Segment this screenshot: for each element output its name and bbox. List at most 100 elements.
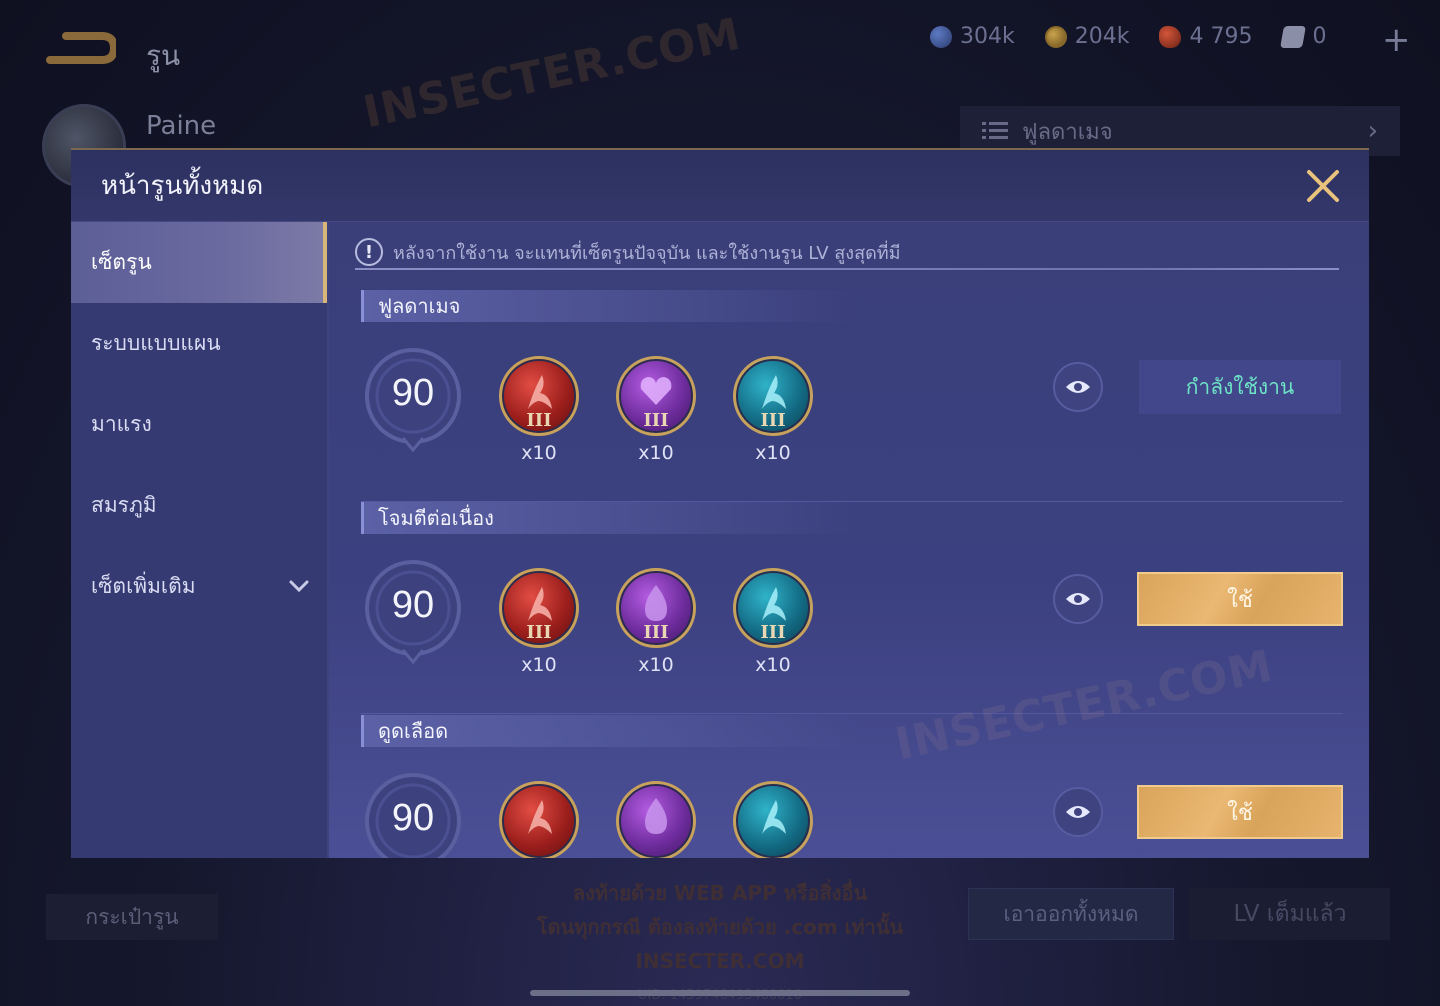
rune-tier: III (526, 622, 552, 643)
sidebar-item-label: ระบบแบบแผน (91, 331, 221, 355)
modal-header: หน้ารูนทั้งหมด (71, 150, 1369, 222)
eye-icon (1066, 381, 1090, 393)
preview-button[interactable] (1053, 362, 1103, 412)
purple-rune-icon: III (616, 356, 696, 436)
rune-slot[interactable] (616, 781, 696, 858)
fragment-icon (1159, 25, 1182, 48)
add-currency-button[interactable]: + (1382, 20, 1411, 60)
set-name: โจมตีต่อเนื่อง (361, 502, 861, 534)
rune-tier: III (760, 622, 786, 643)
rune-tier: III (643, 410, 669, 431)
info-bar: ! หลังจากใช้งาน จะแทนที่เซ็ตรูนปัจจุบัน … (355, 232, 1339, 272)
currency-gems: 304k (930, 24, 1015, 49)
rune-slot[interactable]: III x10 (733, 568, 813, 676)
teal-rune-icon (733, 781, 813, 858)
preview-button[interactable] (1053, 574, 1103, 624)
divider (361, 713, 1343, 714)
lv-full-button[interactable]: LV เต็มแล้ว (1190, 888, 1390, 940)
rune-slot[interactable] (499, 781, 579, 858)
back-arrow-icon[interactable] (44, 28, 116, 68)
sidebar-item-label: สมรภูมิ (91, 493, 157, 517)
currency-value: 4 795 (1189, 24, 1253, 49)
level-badge: 90 (363, 346, 463, 454)
level-value: 90 (391, 584, 435, 626)
purple-rune-icon: III (616, 568, 696, 648)
sidebar-item-label: มาแรง (91, 412, 152, 436)
rune-count: x10 (755, 654, 791, 676)
divider (355, 268, 1339, 270)
sidebar-item-trending[interactable]: มาแรง (71, 384, 327, 465)
rune-bag-button[interactable]: กระเป๋ารูน (46, 894, 218, 940)
modal-title: หน้ารูนทั้งหมด (101, 171, 264, 201)
rune-slot[interactable] (733, 781, 813, 858)
in-use-status: กำลังใช้งาน (1139, 360, 1341, 414)
teal-rune-icon: III (733, 568, 813, 648)
rune-set-card: ฟูลดาเมจ 90 III x10 III x10 III x10 กำลั… (361, 290, 1343, 502)
notice-line: โดนทุกกรณี ต้องลงท้ายด้วย .com เท่านั้น (536, 915, 904, 939)
red-rune-icon: III (499, 568, 579, 648)
rune-slot[interactable]: III x10 (616, 568, 696, 676)
use-button[interactable]: ใช้ (1137, 785, 1343, 839)
exclamation-icon: ! (355, 238, 383, 266)
remove-all-button[interactable]: เอาออกทั้งหมด (968, 888, 1174, 940)
rune-count: x10 (638, 654, 674, 676)
gem-icon (930, 25, 952, 48)
rune-slot[interactable]: III x10 (733, 356, 813, 464)
set-name: ดูดเลือด (361, 715, 861, 747)
purple-rune-icon (616, 781, 696, 858)
rune-slot[interactable]: III x10 (499, 356, 579, 464)
rune-set-card: ดูดเลือด 90 ใช้ (361, 715, 1343, 858)
sidebar-item-label: เซ็ตรูน (91, 250, 152, 274)
rune-tier: III (760, 410, 786, 431)
dropdown-label: ฟูลดาเมจ (1022, 119, 1113, 145)
currency-value: 204k (1074, 24, 1130, 49)
red-rune-icon: III (499, 356, 579, 436)
ticket-icon (1280, 25, 1307, 48)
sidebar-item-battlefield[interactable]: สมรภูมิ (71, 465, 327, 546)
coin-icon (1044, 25, 1067, 48)
set-name: ฟูลดาเมจ (361, 290, 861, 322)
sidebar-item-label: เซ็ตเพิ่มเติม (91, 574, 196, 598)
rune-tier: III (643, 622, 669, 643)
chevron-right-icon: › (1367, 116, 1378, 146)
level-value: 90 (391, 797, 435, 839)
rune-tier: III (526, 410, 552, 431)
preview-button[interactable] (1053, 787, 1103, 837)
watermark: INSECTER.COM (358, 8, 746, 139)
rune-set-list[interactable]: ! หลังจากใช้งาน จะแทนที่เซ็ตรูนปัจจุบัน … (331, 222, 1369, 858)
list-icon (982, 122, 1008, 139)
currency-tickets: 0 (1280, 24, 1327, 49)
level-badge: 90 (363, 771, 463, 858)
level-value: 90 (391, 372, 435, 414)
home-indicator (530, 990, 910, 996)
sidebar: เซ็ตรูน ระบบแบบแผน มาแรง สมรภูมิ เซ็ตเพิ… (71, 222, 329, 858)
currency-fragments: 4 795 (1159, 24, 1252, 49)
currency-value: 304k (960, 24, 1015, 49)
rune-slot[interactable]: III x10 (616, 356, 696, 464)
info-text: หลังจากใช้งาน จะแทนที่เซ็ตรูนปัจจุบัน แล… (393, 242, 901, 264)
notice-line: INSECTER.COM (635, 949, 805, 973)
chevron-down-icon (289, 580, 309, 593)
rune-count: x10 (521, 442, 557, 464)
hero-name: Paine (146, 111, 217, 141)
currency-coins: 204k (1044, 24, 1130, 49)
teal-rune-icon: III (733, 356, 813, 436)
rune-slot[interactable]: III x10 (499, 568, 579, 676)
sidebar-item-templates[interactable]: ระบบแบบแผน (71, 303, 327, 384)
notice-line: ลงท้ายด้วย WEB APP หรือสิ่งอื่น (572, 881, 868, 905)
close-icon[interactable] (1303, 166, 1343, 206)
sidebar-item-more-sets[interactable]: เซ็ตเพิ่มเติม (71, 546, 327, 627)
eye-icon (1066, 593, 1090, 605)
all-rune-pages-modal: หน้ารูนทั้งหมด เซ็ตรูน ระบบแบบแผน มาแรง … (71, 148, 1369, 858)
level-badge: 90 (363, 558, 463, 666)
rune-count: x10 (755, 442, 791, 464)
currency-value: 0 (1312, 24, 1327, 49)
red-rune-icon (499, 781, 579, 858)
notice-text: ลงท้ายด้วย WEB APP หรือสิ่งอื่น โดนทุกกร… (480, 876, 960, 978)
rune-count: x10 (521, 654, 557, 676)
use-button[interactable]: ใช้ (1137, 572, 1343, 626)
eye-icon (1066, 806, 1090, 818)
page-title: รูน (146, 39, 181, 72)
currency-bar: 304k 204k 4 795 0 (930, 24, 1326, 49)
sidebar-item-rune-sets[interactable]: เซ็ตรูน (71, 222, 327, 303)
